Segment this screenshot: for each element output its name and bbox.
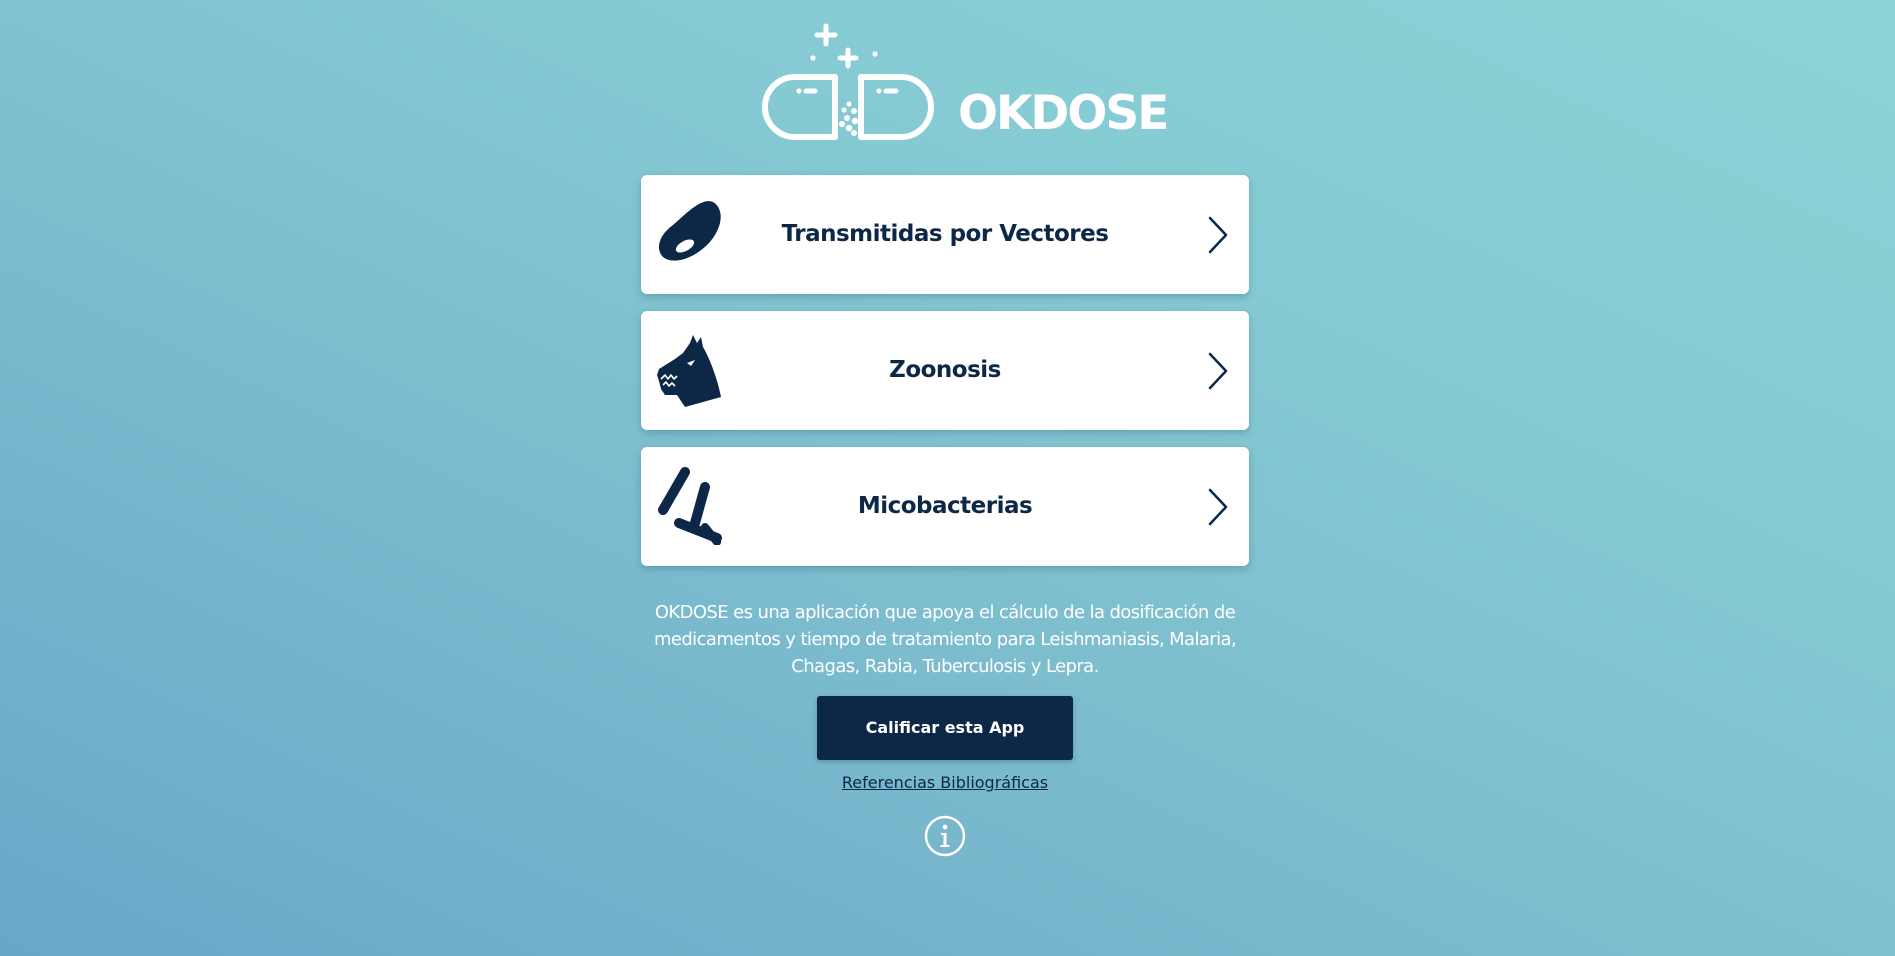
menu-item-zoonosis[interactable]: Zoonosis xyxy=(641,311,1249,430)
chevron-right-icon xyxy=(1208,216,1228,254)
chevron-right-icon xyxy=(1208,352,1228,390)
brand-name: OKDOSE xyxy=(958,86,1169,141)
menu-item-transmitidas-por-vectores[interactable]: Transmitidas por Vectores xyxy=(641,175,1249,294)
app-logo: OKDOSE xyxy=(755,20,1169,145)
app-description: OKDOSE es una aplicación que apoya el cá… xyxy=(653,602,1237,677)
references-link[interactable]: Referencias Bibliográficas xyxy=(745,773,1145,792)
rate-app-button[interactable]: Calificar esta App xyxy=(817,696,1073,760)
menu-item-label: Micobacterias xyxy=(857,493,1033,519)
menu-item-micobacterias[interactable]: Micobacterias xyxy=(641,447,1249,566)
menu-item-label: Zoonosis xyxy=(889,357,1001,383)
menu-item-label: Transmitidas por Vectores xyxy=(781,221,1109,247)
pill-capsule-icon xyxy=(762,23,934,140)
chevron-right-icon xyxy=(1208,488,1228,526)
info-icon[interactable] xyxy=(924,815,966,857)
